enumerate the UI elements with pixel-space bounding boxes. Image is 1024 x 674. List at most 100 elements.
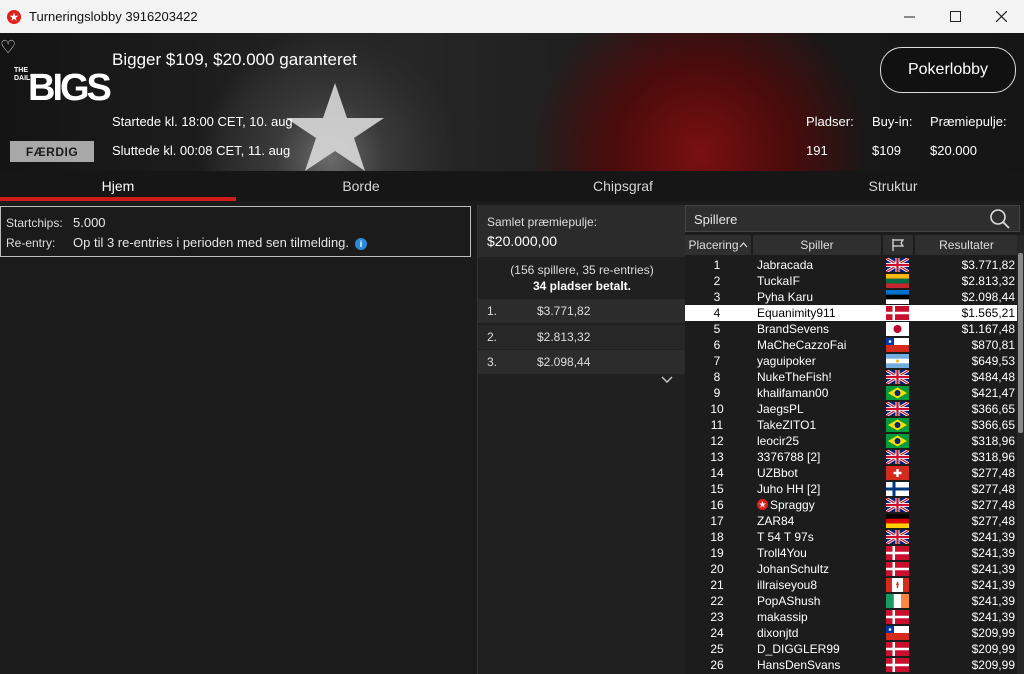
player-result: $277,48 [971,466,1015,480]
pokerstars-logo-icon [7,9,21,24]
player-place: 25 [710,642,724,656]
chile-flag-icon [886,338,909,352]
uk-flag-icon [886,530,909,544]
player-row[interactable]: 24 dixonjtd $209,99 [685,625,1020,641]
player-place: 10 [710,402,724,416]
players-table: 1 Jabracada $3.771,82 2 TuckaIF $2.813,32 3 Pyh… [685,257,1020,673]
prize-row: 3. $2.098,44 [478,350,686,374]
player-row[interactable]: 12 leocir25 $318,96 [685,433,1020,449]
player-result: $484,48 [971,370,1015,384]
ireland-flag-icon [886,594,909,608]
player-name: Pyha Karu [757,290,814,304]
player-row[interactable]: 4 Equanimity911 $1.565,21 [685,305,1020,321]
player-name: khalifaman00 [757,386,829,400]
denmark-flag-icon [886,562,909,576]
player-place: 5 [713,322,721,336]
player-row[interactable]: 11 TakeZITO1 $366,65 [685,417,1020,433]
player-row[interactable]: 8 NukeTheFish! $484,48 [685,369,1020,385]
chile-flag-icon [886,626,909,640]
column-header-result[interactable]: Resultater [915,235,1018,255]
denmark-flag-icon [886,658,909,672]
player-place: 26 [710,658,724,672]
uk-flag-icon [886,498,909,512]
pokerstars-star-icon [757,499,768,510]
tab-hjem[interactable]: Hjem [0,171,236,201]
column-header-place[interactable]: Placering [685,235,751,255]
player-result: $241,39 [971,562,1015,576]
reentry-label: Re-entry: [6,236,56,250]
tournament-banner: ♡ THE DAILY BIGS FÆRDIG Bigger $109, $20… [0,33,1024,171]
player-row[interactable]: 2 TuckaIF $2.813,32 [685,273,1020,289]
player-place: 12 [710,434,724,448]
maximize-icon[interactable] [932,0,978,33]
player-row[interactable]: 21 illraiseyou8 $241,39 [685,577,1020,593]
minimize-icon[interactable] [886,0,932,33]
player-row[interactable]: 23 makassip $241,39 [685,609,1020,625]
info-icon[interactable]: i [355,237,368,250]
player-row[interactable]: 6 MaCheCazzoFai $870,81 [685,337,1020,353]
player-row[interactable]: 13 3376788 [2] $318,96 [685,449,1020,465]
player-place: 15 [710,482,724,496]
players-scrollbar[interactable] [1017,235,1024,674]
player-row[interactable]: 25 D_DIGGLER99 $209,99 [685,641,1020,657]
player-row[interactable]: 26 HansDenSvans $209,99 [685,657,1020,673]
buyin-label: Buy-in: [872,114,913,129]
column-header-player[interactable]: Spiller [753,235,881,255]
player-place: 1 [713,258,721,272]
banner-decoration [286,83,384,171]
denmark-flag-icon [886,610,909,624]
player-row[interactable]: 19 Troll4You $241,39 [685,545,1020,561]
tab-struktur[interactable]: Struktur [770,171,1016,201]
reentry-value: Op til 3 re-entries i perioden med sen t… [73,235,368,250]
player-name: TakeZITO1 [757,418,817,432]
uk-flag-icon [886,402,909,416]
player-row[interactable]: 17 ZAR84 $277,48 [685,513,1020,529]
player-row[interactable]: 14 UZBbot $277,48 [685,465,1020,481]
player-place: 23 [710,610,724,624]
heart-icon[interactable]: ♡ [0,37,16,58]
tab-bar: Hjem Borde Chipsgraf Struktur [0,171,1024,201]
player-row[interactable]: 10 JaegsPL $366,65 [685,401,1020,417]
brazil-flag-icon [886,434,909,448]
player-row[interactable]: 9 khalifaman00 $421,47 [685,385,1020,401]
player-place: 24 [710,626,724,640]
status-badge: FÆRDIG [10,141,94,162]
player-row[interactable]: 20 JohanSchultz $241,39 [685,561,1020,577]
flag-icon[interactable] [883,235,913,255]
prizepool-label: Præmiepulje: [930,114,1007,129]
brazil-flag-icon [886,386,909,400]
player-place: 21 [710,578,724,592]
player-row[interactable]: 7 yaguipoker $649,53 [685,353,1020,369]
player-row[interactable]: 16 Spraggy $277,48 [685,497,1020,513]
player-row[interactable]: 1 Jabracada $3.771,82 [685,257,1020,273]
player-place: 3 [713,290,721,304]
close-icon[interactable] [978,0,1024,33]
player-row[interactable]: 15 Juho HH [2] $277,48 [685,481,1020,497]
player-result: $649,53 [971,354,1015,368]
player-place: 18 [710,530,724,544]
player-row[interactable]: 3 Pyha Karu $2.098,44 [685,289,1020,305]
denmark-flag-icon [886,642,909,656]
scrollbar-thumb[interactable] [1018,253,1023,433]
chevron-down-icon[interactable] [661,376,673,384]
player-place: 4 [713,306,721,320]
tab-borde[interactable]: Borde [236,171,486,201]
player-name: leocir25 [757,434,800,448]
search-icon[interactable] [989,208,1011,230]
player-search[interactable]: Spillere [685,205,1020,232]
player-row[interactable]: 18 T 54 T 97s $241,39 [685,529,1020,545]
start-time: Startede kl. 18:00 CET, 10. aug [112,114,293,129]
uk-flag-icon [886,450,909,464]
uk-flag-icon [886,370,909,384]
player-result: $241,39 [971,594,1015,608]
tab-chipsgraf[interactable]: Chipsgraf [500,171,746,201]
end-time: Sluttede kl. 00:08 CET, 11. aug [112,143,291,158]
player-name: Equanimity911 [757,306,836,320]
player-name: ZAR84 [757,514,795,528]
pokerlobby-button[interactable]: Pokerlobby [880,47,1016,93]
player-result: $241,39 [971,546,1015,560]
player-row[interactable]: 22 PopAShush $241,39 [685,593,1020,609]
player-row[interactable]: 5 BrandSevens $1.167,48 [685,321,1020,337]
prizepool-total-label: Samlet præmiepulje: [487,215,598,229]
search-input[interactable]: Spillere [694,212,737,227]
